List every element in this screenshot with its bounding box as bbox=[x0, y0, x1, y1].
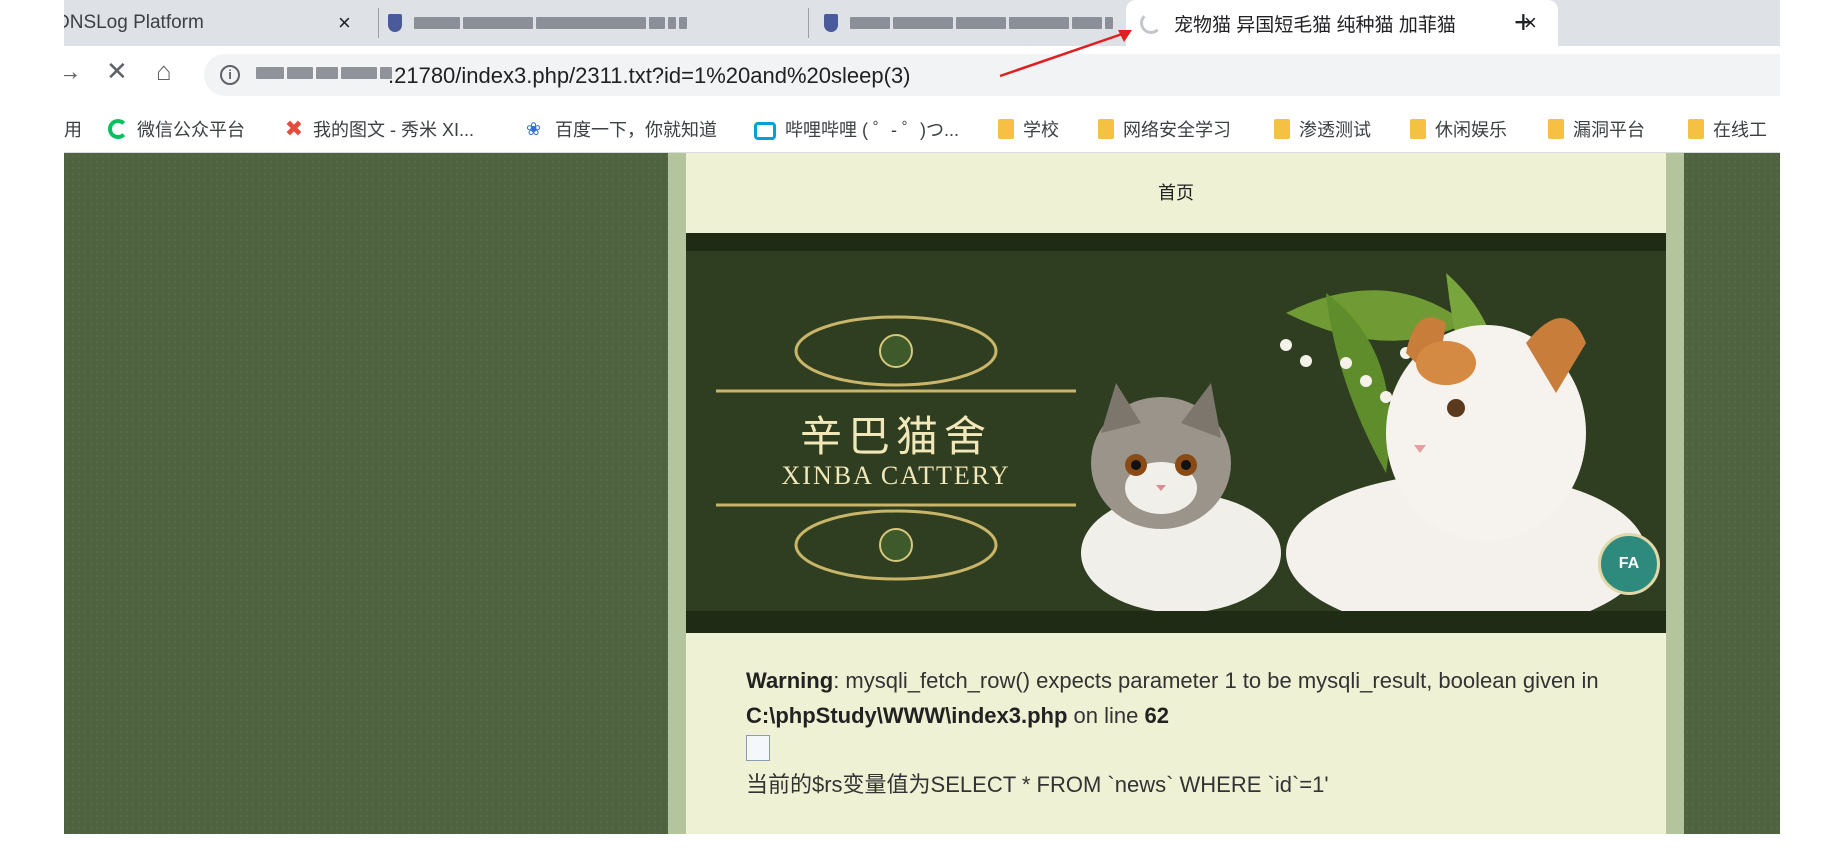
blurred-url-host bbox=[256, 67, 392, 79]
warning-line-number: 62 bbox=[1144, 703, 1169, 728]
forward-icon[interactable]: → bbox=[64, 56, 82, 86]
tab-active-cattery[interactable]: 宠物猫 异国短毛猫 纯种猫 加菲猫 × bbox=[1126, 0, 1558, 46]
tab-title: 宠物猫 异国短毛猫 纯种猫 加菲猫 bbox=[1174, 14, 1456, 36]
cattery-banner: 辛巴猫舍 XINBA CATTERY FA bbox=[686, 233, 1666, 633]
tab-blurred-2[interactable] bbox=[824, 0, 1178, 46]
bookmark-apps[interactable]: 用 bbox=[64, 116, 82, 142]
bookmark-label: 网络安全学习 bbox=[1123, 120, 1231, 140]
bookmark-label: 休闲娱乐 bbox=[1435, 120, 1507, 140]
tab-separator bbox=[808, 8, 809, 38]
warning-on-line: on line bbox=[1067, 703, 1145, 728]
bookmark-label: 在线工 bbox=[1713, 120, 1767, 140]
new-tab-button[interactable]: + bbox=[1514, 6, 1533, 38]
bookmark-label: 学校 bbox=[1023, 120, 1059, 140]
stop-icon[interactable]: ✕ bbox=[106, 56, 128, 86]
rs-variable-text: 当前的$rs变量值为SELECT * FROM `news` WHERE `id… bbox=[746, 772, 1329, 797]
nav-home-link[interactable]: 首页 bbox=[686, 179, 1666, 205]
bookmark-label: 微信公众平台 bbox=[137, 120, 245, 140]
warning-line: Warning: mysqli_fetch_row() expects para… bbox=[746, 663, 1626, 733]
association-badge-icon: FA bbox=[1598, 533, 1660, 595]
folder-icon bbox=[1688, 119, 1704, 139]
address-bar[interactable]: i .21780/index3.php/2311.txt?id=1%20and%… bbox=[204, 54, 1780, 96]
shield-favicon-icon bbox=[824, 14, 838, 32]
bookmark-folder-online[interactable]: 在线工 bbox=[1688, 116, 1767, 142]
bookmark-label: 百度一下，你就知道 bbox=[555, 120, 717, 140]
logo-english-text: XINBA CATTERY bbox=[781, 461, 1011, 490]
bookmark-label: 漏洞平台 bbox=[1573, 120, 1645, 140]
baidu-paw-icon: ❀ bbox=[526, 119, 542, 139]
shield-favicon-icon bbox=[388, 14, 402, 32]
bookmark-bilibili[interactable]: 哔哩哔哩 ( ゜- ゜)つ... bbox=[754, 116, 959, 142]
wechat-mp-icon bbox=[108, 119, 128, 139]
tab-blurred-1[interactable] bbox=[388, 0, 798, 46]
content-column: 首页 辛巴猫舍 XINBA CATTERY FA Warning: mysqli… bbox=[668, 153, 1684, 834]
warning-path: C:\phpStudy\WWW\index3.php bbox=[746, 703, 1068, 728]
loading-spinner-icon bbox=[1140, 12, 1162, 34]
tab-dnslog[interactable]: DNSLog Platform × bbox=[64, 0, 368, 46]
bookmark-label: 哔哩哔哩 ( ゜- ゜)つ... bbox=[785, 120, 959, 140]
home-icon[interactable]: ⌂ bbox=[156, 56, 172, 86]
bookmarks-bar: 用 微信公众平台 ✖ 我的图文 - 秀米 XI... ❀ 百度一下，你就知道 哔… bbox=[64, 102, 1780, 153]
content-panel: 首页 辛巴猫舍 XINBA CATTERY FA Warning: mysqli… bbox=[686, 153, 1666, 834]
cattery-logo: 辛巴猫舍 XINBA CATTERY bbox=[746, 293, 1046, 543]
close-icon[interactable]: × bbox=[338, 12, 351, 34]
bookmark-xiumi[interactable]: ✖ 我的图文 - 秀米 XI... bbox=[284, 116, 474, 142]
bookmark-label: 渗透测试 bbox=[1299, 120, 1371, 140]
folder-icon bbox=[1548, 119, 1564, 139]
url-text[interactable]: .21780/index3.php/2311.txt?id=1%20and%20… bbox=[388, 63, 911, 89]
page-content: 首页 辛巴猫舍 XINBA CATTERY FA Warning: mysqli… bbox=[64, 153, 1780, 834]
php-warning: Warning: mysqli_fetch_row() expects para… bbox=[746, 663, 1626, 802]
bookmark-label: 我的图文 - 秀米 XI... bbox=[313, 120, 475, 140]
banner-border-bottom bbox=[686, 611, 1666, 633]
blurred-tab-title bbox=[850, 17, 1113, 29]
toolbar: → ✕ ⌂ i .21780/index3.php/2311.txt?id=1%… bbox=[64, 46, 1780, 102]
bookmark-folder-leisure[interactable]: 休闲娱乐 bbox=[1410, 116, 1507, 142]
folder-icon bbox=[1410, 119, 1426, 139]
bookmark-wechat[interactable]: 微信公众平台 bbox=[108, 116, 245, 142]
bookmark-folder-pentest[interactable]: 渗透测试 bbox=[1274, 116, 1371, 142]
bookmark-folder-school[interactable]: 学校 bbox=[998, 116, 1059, 142]
folder-icon bbox=[998, 119, 1014, 139]
bookmark-label: 用 bbox=[64, 120, 82, 140]
bilibili-icon bbox=[754, 122, 776, 140]
tab-strip: DNSLog Platform × 宠物猫 异国短毛猫 纯种猫 加菲猫 × + bbox=[64, 0, 1780, 46]
info-icon[interactable]: i bbox=[220, 65, 240, 85]
bookmark-folder-netsec[interactable]: 网络安全学习 bbox=[1098, 116, 1231, 142]
folder-icon bbox=[1274, 119, 1290, 139]
tab-separator bbox=[378, 8, 379, 38]
logo-chinese-text: 辛巴猫舍 bbox=[799, 412, 992, 461]
folder-icon bbox=[1098, 119, 1114, 139]
warning-message: : mysqli_fetch_row() expects parameter 1… bbox=[833, 668, 1599, 693]
xiumi-icon: ✖ bbox=[284, 116, 304, 141]
broken-image-icon bbox=[746, 735, 770, 761]
browser-window: DNSLog Platform × 宠物猫 异国短毛猫 纯种猫 加菲猫 × + … bbox=[64, 0, 1780, 834]
bookmark-baidu[interactable]: ❀ 百度一下，你就知道 bbox=[526, 116, 717, 142]
warning-label: Warning bbox=[746, 668, 834, 693]
blurred-tab-title bbox=[414, 17, 687, 29]
bookmark-folder-vuln[interactable]: 漏洞平台 bbox=[1548, 116, 1645, 142]
tab-title: DNSLog Platform bbox=[64, 12, 204, 33]
